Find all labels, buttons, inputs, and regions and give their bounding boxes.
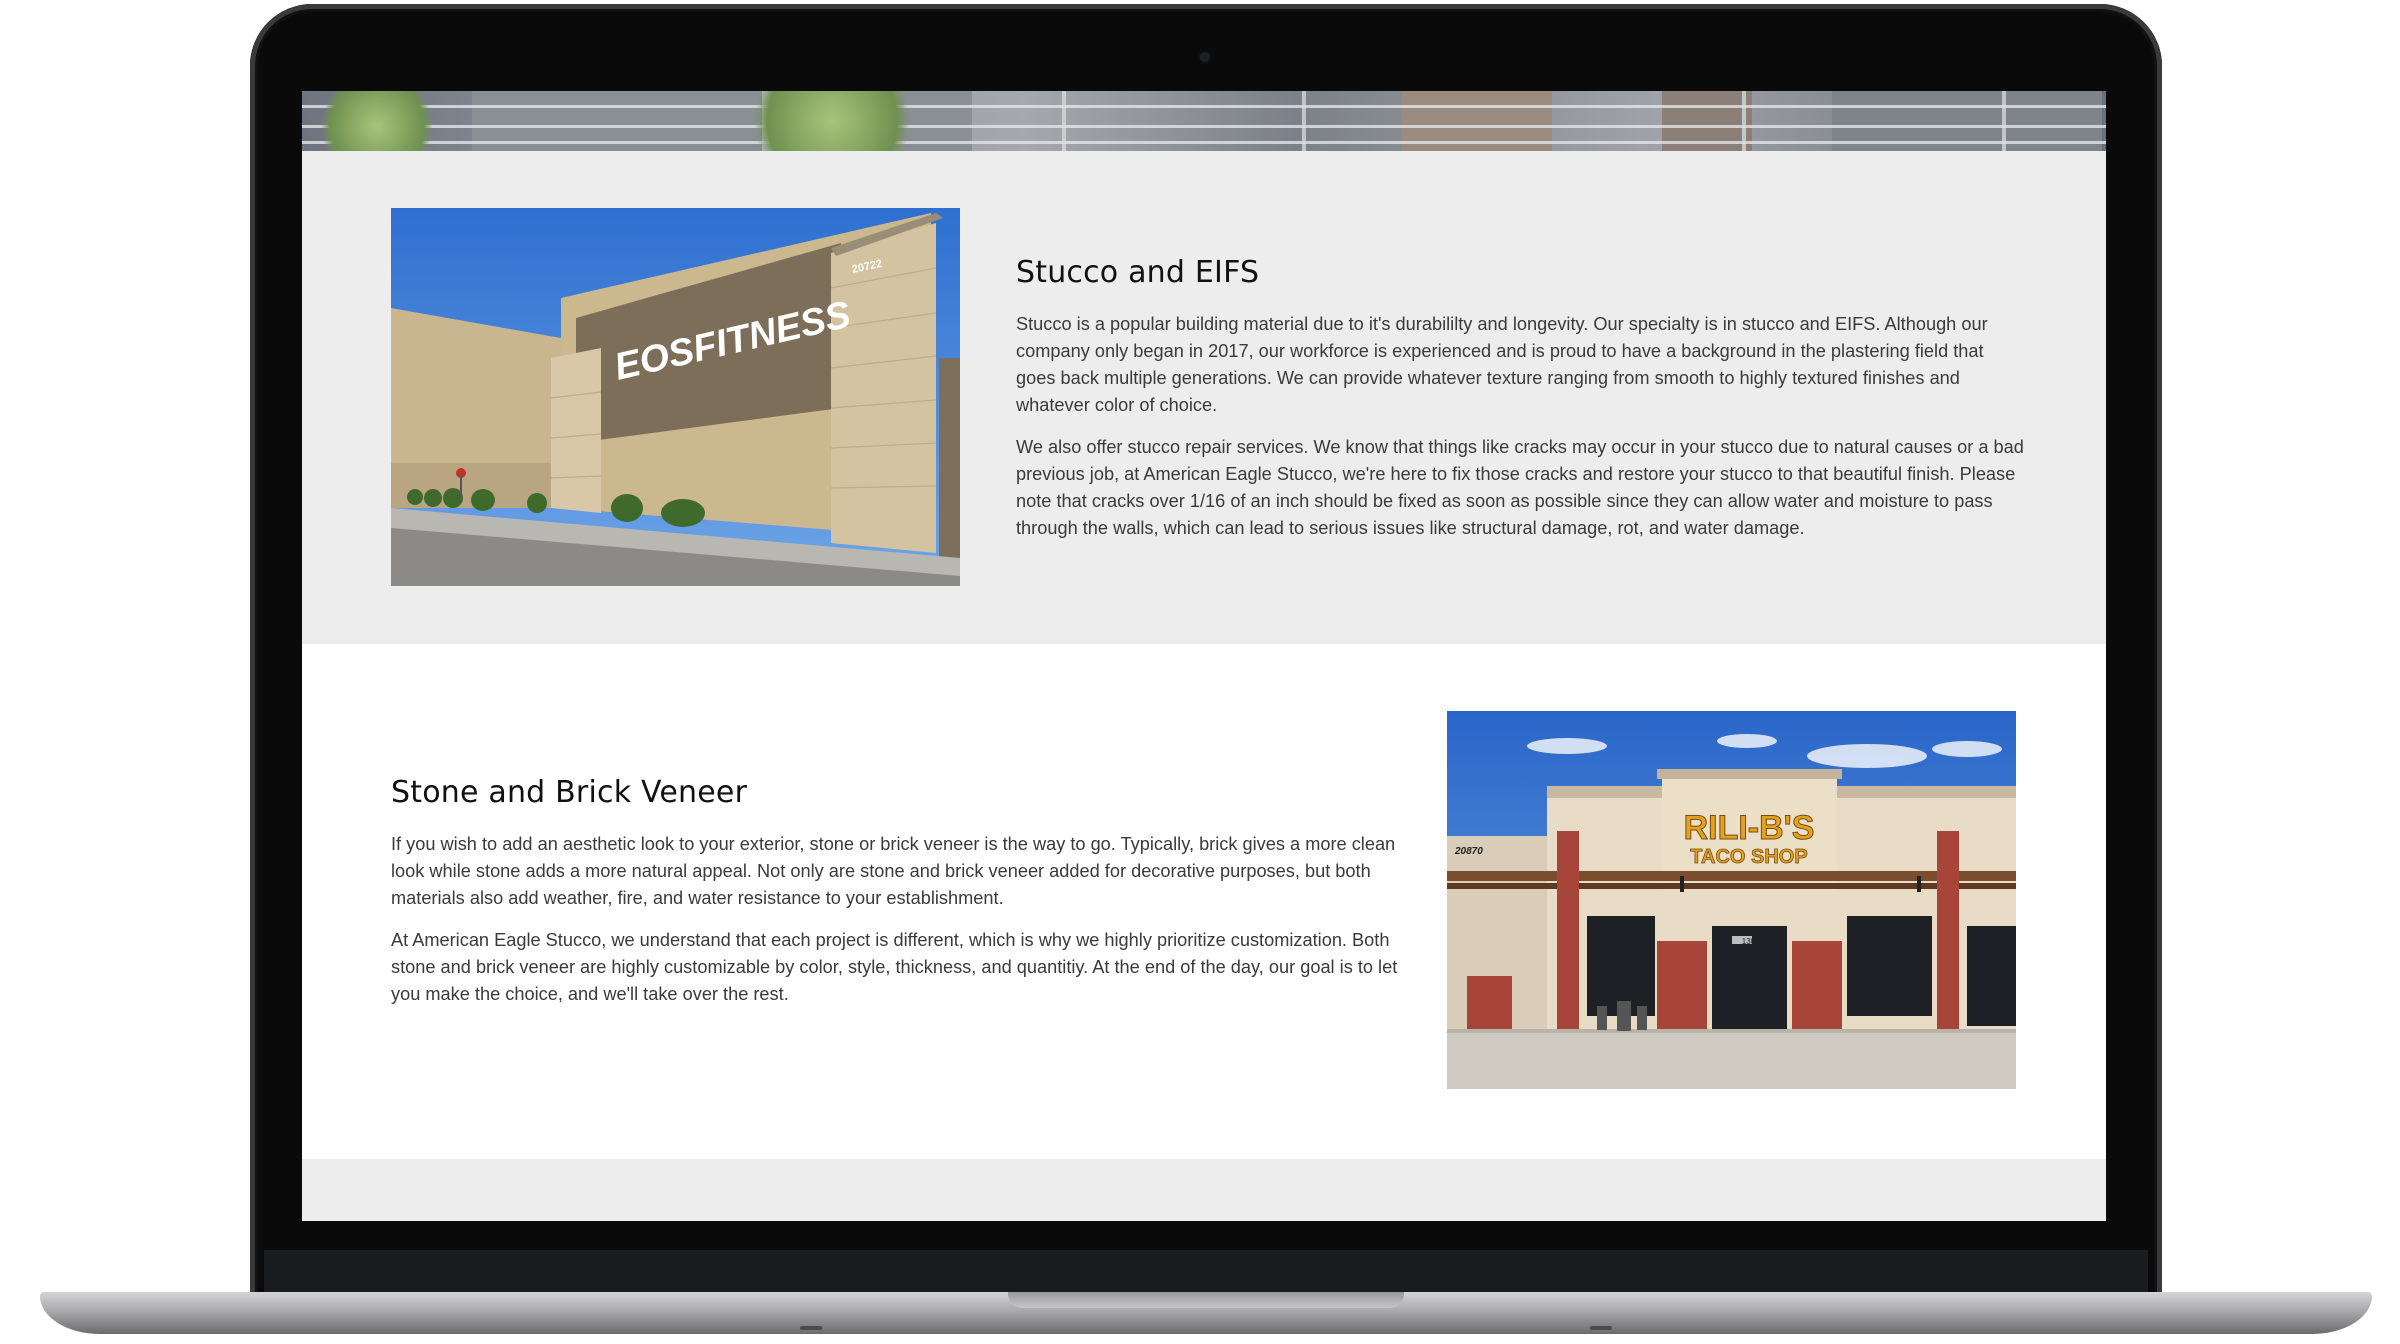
taco-shop-storefront-photo: RILI-B'S TACO SHOP 20870 130-1 bbox=[1447, 711, 2016, 1089]
stucco-paragraph-2: We also offer stucco repair services. We… bbox=[1016, 437, 2024, 538]
stone-brick-paragraph-1: If you wish to add an aesthetic look to … bbox=[391, 834, 1396, 908]
suite-number: 130-1 bbox=[1742, 937, 1763, 946]
browser-viewport[interactable]: EOSFITNESS 20722 Stucco and EIFS Stucco … bbox=[302, 91, 2106, 1221]
hero-banner-image bbox=[302, 91, 2106, 151]
stucco-section-title: Stucco and EIFS bbox=[1016, 255, 1260, 290]
next-section-band bbox=[302, 1159, 2106, 1221]
eos-fitness-building-photo: EOSFITNESS 20722 bbox=[391, 208, 960, 586]
taco-shop-sign-subtitle: TACO SHOP bbox=[1690, 846, 1807, 868]
stucco-section: EOSFITNESS 20722 Stucco and EIFS Stucco … bbox=[302, 151, 2106, 644]
laptop-hinge-notch bbox=[1008, 1292, 1404, 1308]
laptop-foot bbox=[1590, 1326, 1612, 1330]
webcam-icon bbox=[1200, 52, 1210, 62]
stone-brick-section: Stone and Brick Veneer If you wish to ad… bbox=[302, 644, 2106, 1159]
laptop-foot bbox=[800, 1326, 822, 1330]
laptop-lower-bezel bbox=[264, 1250, 2148, 1292]
stone-brick-paragraph-2: At American Eagle Stucco, we understand … bbox=[391, 930, 1398, 1004]
stone-brick-section-title: Stone and Brick Veneer bbox=[391, 775, 748, 810]
stucco-paragraph-1: Stucco is a popular building material du… bbox=[1016, 314, 1988, 415]
storefront-address-number: 20870 bbox=[1454, 846, 1483, 857]
taco-shop-sign-name: RILI-B'S bbox=[1684, 809, 1815, 847]
